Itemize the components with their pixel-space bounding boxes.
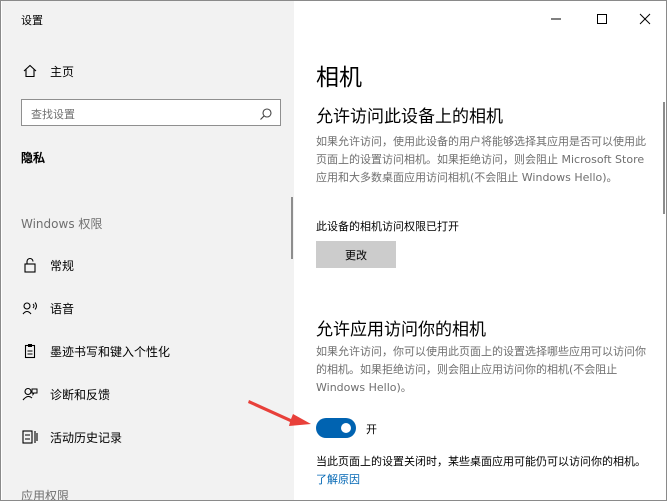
speech-icon bbox=[21, 299, 39, 317]
desktop-apps-note: 当此页面上的设置关闭时，某些桌面应用可能仍可以访问你的相机。了解原因 bbox=[316, 453, 656, 489]
settings-window: 设置 主页 查找设置 隐私 Windows 权限 常规 语音 墨迹书写和键入个性… bbox=[0, 0, 667, 501]
sidebar-item-speech[interactable]: 语音 bbox=[2, 290, 294, 326]
lock-icon bbox=[21, 256, 39, 274]
clipboard-icon bbox=[21, 342, 39, 360]
sidebar-group-label-apps: 应用权限 bbox=[21, 489, 70, 501]
sidebar-item-label: 语音 bbox=[50, 301, 75, 316]
toggle-state-label: 开 bbox=[366, 423, 377, 436]
window-title: 设置 bbox=[21, 14, 43, 27]
sidebar-item-label: 诊断和反馈 bbox=[50, 387, 111, 402]
device-access-heading: 允许访问此设备上的相机 bbox=[316, 107, 503, 127]
sidebar-item-general[interactable]: 常规 bbox=[2, 247, 294, 283]
sidebar-scrollbar[interactable] bbox=[291, 197, 293, 259]
search-input[interactable]: 查找设置 bbox=[21, 99, 281, 126]
content-scrollbar[interactable] bbox=[663, 102, 665, 214]
sidebar-item-label: 常规 bbox=[50, 258, 75, 273]
feedback-icon bbox=[21, 385, 39, 403]
sidebar-item-label: 活动历史记录 bbox=[50, 430, 123, 445]
search-icon[interactable] bbox=[259, 106, 273, 120]
page-title: 相机 bbox=[316, 65, 362, 91]
close-icon bbox=[639, 13, 651, 25]
sidebar-group-label: Windows 权限 bbox=[21, 217, 103, 231]
close-button[interactable] bbox=[622, 1, 666, 37]
app-access-toggle[interactable] bbox=[316, 418, 356, 438]
annotation-arrow-icon bbox=[248, 400, 311, 426]
maximize-button[interactable] bbox=[579, 1, 625, 37]
minimize-icon bbox=[551, 18, 561, 20]
maximize-icon bbox=[597, 14, 607, 24]
timeline-icon bbox=[21, 428, 39, 446]
sidebar-item-label: 主页 bbox=[50, 64, 75, 79]
sidebar-item-inking-typing[interactable]: 墨迹书写和键入个性化 bbox=[2, 333, 294, 369]
toggle-knob bbox=[341, 423, 351, 433]
minimize-button[interactable] bbox=[533, 1, 579, 37]
note-text: 当此页面上的设置关闭时，某些桌面应用可能仍可以访问你的相机。 bbox=[316, 455, 646, 468]
app-access-heading: 允许应用访问你的相机 bbox=[316, 320, 486, 340]
sidebar-item-label: 墨迹书写和键入个性化 bbox=[50, 344, 171, 359]
device-access-description: 如果允许访问，使用此设备的用户将能够选择其应用是否可以使用此页面上的设置访问相机… bbox=[316, 135, 646, 184]
sidebar-section-title: 隐私 bbox=[21, 151, 46, 165]
home-icon bbox=[21, 62, 39, 80]
content-pane: 相机 允许访问此设备上的相机 如果允许访问，使用此设备的用户将能够选择其应用是否… bbox=[294, 1, 666, 500]
change-button[interactable]: 更改 bbox=[316, 241, 396, 268]
device-access-status: 此设备的相机访问权限已打开 bbox=[316, 220, 459, 233]
learn-why-link[interactable]: 了解原因 bbox=[316, 473, 360, 486]
app-access-description: 如果允许访问，你可以使用此页面上的设置选择哪些应用可以访问你的相机。如果拒绝访问… bbox=[316, 345, 646, 394]
sidebar-item-home[interactable]: 主页 bbox=[2, 53, 294, 89]
search-placeholder: 查找设置 bbox=[31, 108, 75, 121]
